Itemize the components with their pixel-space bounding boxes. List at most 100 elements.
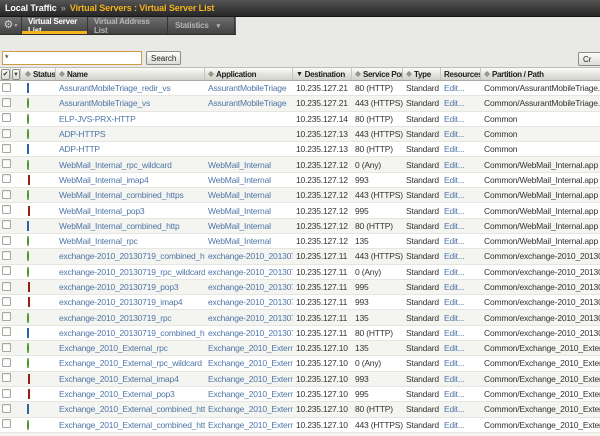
virtual-server-name-link[interactable]: Exchange_2010_External_combined_https	[59, 420, 205, 430]
application-link[interactable]: exchange-2010_20130719	[208, 251, 293, 261]
virtual-server-name-link[interactable]: Exchange_2010_External_imap4	[59, 374, 179, 384]
application-link[interactable]: exchange-2010_20130719	[208, 313, 293, 323]
application-link[interactable]: AssurantMobileTriage	[208, 83, 286, 93]
options-menu-button[interactable]: ⚙ ▾	[0, 17, 22, 34]
virtual-server-name-link[interactable]: Exchange_2010_External_pop3	[59, 389, 175, 399]
row-checkbox[interactable]	[2, 205, 11, 214]
column-header-service-port[interactable]: Service Port	[352, 68, 403, 80]
virtual-server-name-link[interactable]: exchange-2010_20130719_rpc	[59, 313, 172, 323]
edit-resources-link[interactable]: Edit...	[444, 206, 464, 216]
virtual-server-name-link[interactable]: WebMail_Internal_combined_https	[59, 190, 184, 200]
row-checkbox[interactable]	[2, 144, 11, 153]
row-checkbox[interactable]	[2, 113, 11, 122]
application-link[interactable]: WebMail_Internal	[208, 206, 271, 216]
row-checkbox[interactable]	[2, 389, 11, 398]
edit-resources-link[interactable]: Edit...	[444, 282, 464, 292]
tab-statistics[interactable]: Statistics ▾	[168, 17, 235, 34]
tab-virtual-address-list[interactable]: Virtual Address List	[88, 17, 168, 34]
edit-resources-link[interactable]: Edit...	[444, 297, 464, 307]
edit-resources-link[interactable]: Edit...	[444, 313, 464, 323]
row-checkbox[interactable]	[2, 312, 11, 321]
edit-resources-link[interactable]: Edit...	[444, 144, 464, 154]
application-link[interactable]: AssurantMobileTriage	[208, 98, 286, 108]
row-checkbox[interactable]	[2, 419, 11, 428]
virtual-server-name-link[interactable]: Exchange_2010_External_combined_http	[59, 404, 205, 414]
application-link[interactable]: WebMail_Internal	[208, 175, 271, 185]
row-checkbox[interactable]	[2, 266, 11, 275]
virtual-server-name-link[interactable]: ADP-HTTPS	[59, 129, 105, 139]
row-checkbox[interactable]	[2, 220, 11, 229]
row-checkbox[interactable]	[2, 358, 11, 367]
virtual-server-name-link[interactable]: WebMail_Internal_rpc	[59, 236, 138, 246]
row-checkbox[interactable]	[2, 190, 11, 199]
edit-resources-link[interactable]: Edit...	[444, 190, 464, 200]
edit-resources-link[interactable]: Edit...	[444, 160, 464, 170]
edit-resources-link[interactable]: Edit...	[444, 98, 464, 108]
application-link[interactable]: WebMail_Internal	[208, 160, 271, 170]
row-checkbox[interactable]	[2, 129, 11, 138]
virtual-server-name-link[interactable]: exchange-2010_20130719_combined_http	[59, 328, 205, 338]
row-checkbox[interactable]	[2, 83, 11, 92]
edit-resources-link[interactable]: Edit...	[444, 221, 464, 231]
application-link[interactable]: Exchange_2010_External	[208, 358, 293, 368]
column-header-destination[interactable]: ▼ Destination	[293, 68, 352, 80]
virtual-server-name-link[interactable]: AssurantMobileTriage_redir_vs	[59, 83, 171, 93]
edit-resources-link[interactable]: Edit...	[444, 358, 464, 368]
search-input[interactable]	[2, 51, 142, 65]
row-checkbox[interactable]	[2, 98, 11, 107]
virtual-server-name-link[interactable]: ELP-JVS-PRX-HTTP	[59, 114, 136, 124]
row-checkbox[interactable]	[2, 174, 11, 183]
application-link[interactable]: exchange-2010_20130719	[208, 297, 293, 307]
application-link[interactable]: WebMail_Internal	[208, 190, 271, 200]
column-header-status[interactable]: Status	[21, 68, 56, 80]
virtual-server-name-link[interactable]: WebMail_Internal_pop3	[59, 206, 144, 216]
virtual-server-name-link[interactable]: Exchange_2010_External_rpc	[59, 343, 168, 353]
virtual-server-name-link[interactable]: exchange-2010_20130719_combined_https	[59, 251, 205, 261]
row-checkbox[interactable]	[2, 373, 11, 382]
column-header-name[interactable]: Name	[56, 68, 205, 80]
application-link[interactable]: Exchange_2010_External	[208, 420, 293, 430]
virtual-server-name-link[interactable]: AssurantMobileTriage_vs	[59, 98, 150, 108]
virtual-server-name-link[interactable]: exchange-2010_20130719_imap4	[59, 297, 182, 307]
virtual-server-name-link[interactable]: exchange-2010_20130719_rpc_wildcard	[59, 267, 205, 277]
edit-resources-link[interactable]: Edit...	[444, 404, 464, 414]
application-link[interactable]: WebMail_Internal	[208, 236, 271, 246]
edit-resources-link[interactable]: Edit...	[444, 267, 464, 277]
row-checkbox[interactable]	[2, 297, 11, 306]
virtual-server-name-link[interactable]: WebMail_Internal_rpc_wildcard	[59, 160, 172, 170]
row-checkbox[interactable]	[2, 251, 11, 260]
row-checkbox[interactable]	[2, 343, 11, 352]
select-all-button[interactable]: ✔	[1, 69, 10, 80]
virtual-server-name-link[interactable]: Exchange_2010_External_rpc_wildcard	[59, 358, 202, 368]
virtual-server-name-link[interactable]: WebMail_Internal_imap4	[59, 175, 148, 185]
row-checkbox[interactable]	[2, 236, 11, 245]
edit-resources-link[interactable]: Edit...	[444, 129, 464, 139]
edit-resources-link[interactable]: Edit...	[444, 328, 464, 338]
application-link[interactable]: exchange-2010_20130719	[208, 328, 293, 338]
application-link[interactable]: Exchange_2010_External	[208, 343, 293, 353]
application-link[interactable]: WebMail_Internal	[208, 221, 271, 231]
edit-resources-link[interactable]: Edit...	[444, 343, 464, 353]
application-link[interactable]: exchange-2010_20130719	[208, 282, 293, 292]
application-link[interactable]: Exchange_2010_External	[208, 404, 293, 414]
column-header-partition[interactable]: Partition / Path	[481, 68, 600, 80]
edit-resources-link[interactable]: Edit...	[444, 251, 464, 261]
edit-resources-link[interactable]: Edit...	[444, 114, 464, 124]
edit-resources-link[interactable]: Edit...	[444, 374, 464, 384]
application-link[interactable]: exchange-2010_20130719	[208, 267, 293, 277]
row-checkbox[interactable]	[2, 327, 11, 336]
edit-resources-link[interactable]: Edit...	[444, 389, 464, 399]
edit-resources-link[interactable]: Edit...	[444, 236, 464, 246]
virtual-server-name-link[interactable]: ADP-HTTP	[59, 144, 100, 154]
create-button[interactable]: Cr	[578, 52, 600, 66]
application-link[interactable]: Exchange_2010_External	[208, 374, 293, 384]
virtual-server-name-link[interactable]: WebMail_Internal_combined_http	[59, 221, 179, 231]
edit-resources-link[interactable]: Edit...	[444, 420, 464, 430]
search-button[interactable]: Search	[146, 51, 181, 65]
column-header-type[interactable]: Type	[403, 68, 441, 80]
column-header-application[interactable]: Application	[205, 68, 293, 80]
application-link[interactable]: Exchange_2010_External	[208, 389, 293, 399]
selection-menu-button[interactable]: ▼	[12, 69, 20, 80]
row-checkbox[interactable]	[2, 159, 11, 168]
row-checkbox[interactable]	[2, 404, 11, 413]
